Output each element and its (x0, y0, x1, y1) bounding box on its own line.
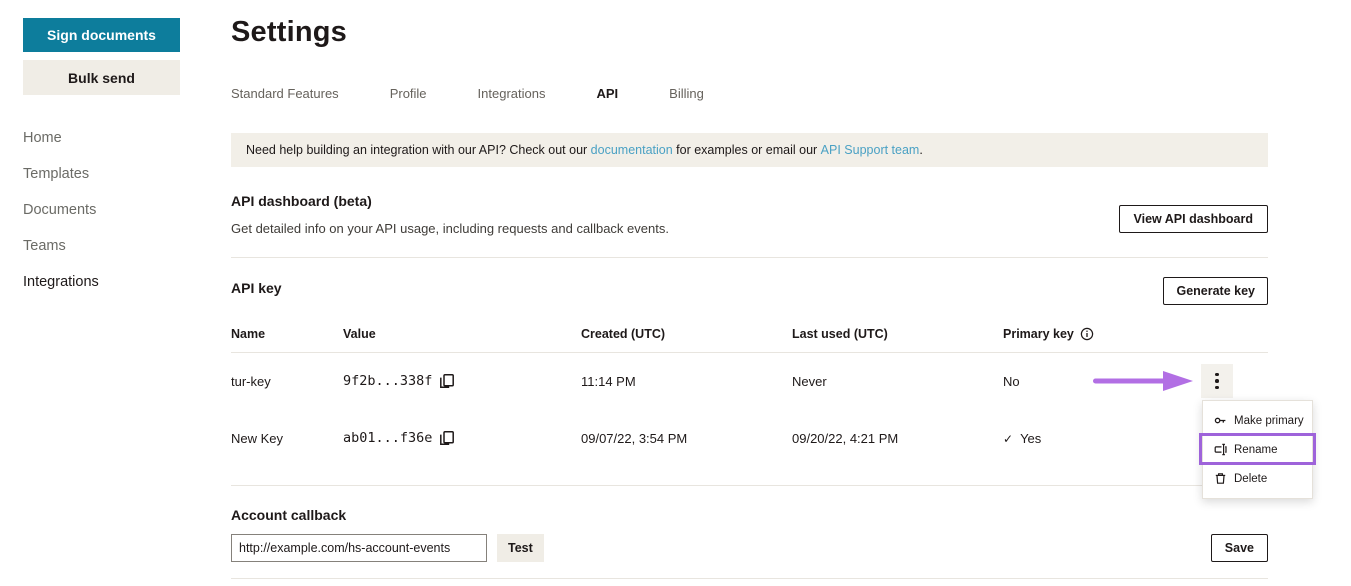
sidebar-item-integrations[interactable]: Integrations (23, 264, 99, 300)
key-created: 11:14 PM (581, 373, 636, 389)
tab-integrations[interactable]: Integrations (478, 86, 546, 101)
documentation-link[interactable]: documentation (591, 143, 673, 157)
check-icon: ✓ (1003, 431, 1014, 446)
table-row: New Key ab01...f36e 09/07/22, 3:54 PM 09… (231, 409, 1268, 467)
view-api-dashboard-button[interactable]: View API dashboard (1118, 205, 1268, 233)
trash-icon (1215, 473, 1226, 484)
key-value-text: ab01...f36e (343, 430, 433, 446)
sign-documents-button[interactable]: Sign documents (23, 18, 180, 52)
api-key-table: Name Value Created (UTC) Last used (UTC)… (231, 327, 1268, 467)
key-name: New Key (231, 430, 284, 446)
api-help-banner: Need help building an integration with o… (231, 133, 1268, 167)
table-row: tur-key 9f2b...338f 11:14 PM Never No (231, 353, 1268, 409)
api-key-heading: API key (231, 280, 282, 296)
table-header-row: Name Value Created (UTC) Last used (UTC)… (231, 327, 1268, 353)
kebab-dot (1215, 385, 1219, 390)
menu-item-label: Rename (1234, 443, 1278, 456)
kebab-dot (1215, 372, 1219, 377)
key-primary-text: Yes (1020, 430, 1042, 446)
menu-item-make-primary[interactable]: Make primary (1203, 406, 1312, 435)
copy-icon[interactable] (439, 430, 455, 446)
rename-icon (1214, 443, 1227, 456)
banner-text: for examples or email our (672, 143, 821, 157)
row-actions-kebab-button[interactable] (1201, 364, 1233, 398)
tab-api[interactable]: API (596, 86, 618, 101)
sidebar-item-home[interactable]: Home (23, 120, 99, 156)
test-button[interactable]: Test (497, 534, 544, 562)
column-header-name: Name (231, 327, 266, 341)
sidebar-item-documents[interactable]: Documents (23, 192, 99, 228)
save-button[interactable]: Save (1210, 534, 1268, 562)
callback-url-input[interactable] (231, 534, 487, 562)
account-callback-heading: Account callback (231, 507, 347, 523)
key-name: tur-key (231, 373, 271, 389)
sidebar-item-templates[interactable]: Templates (23, 156, 99, 192)
key-primary: ✓ Yes (1003, 431, 1201, 446)
key-value: ab01...f36e (343, 430, 581, 446)
menu-item-delete[interactable]: Delete (1203, 464, 1312, 493)
key-primary: No (1003, 373, 1020, 389)
key-last-used: Never (792, 373, 827, 389)
menu-item-rename[interactable]: Rename (1203, 435, 1312, 464)
tab-standard-features[interactable]: Standard Features (231, 86, 339, 101)
column-header-created: Created (UTC) (581, 327, 666, 341)
api-dashboard-heading: API dashboard (beta) (231, 193, 372, 209)
primary-key-label: Primary key (1003, 327, 1074, 341)
key-value-text: 9f2b...338f (343, 373, 433, 389)
key-icon (1214, 417, 1226, 424)
primary-key-info-icon[interactable] (1080, 327, 1094, 341)
section-divider (231, 257, 1268, 258)
api-support-link[interactable]: API Support team (821, 143, 920, 157)
menu-item-label: Make primary (1234, 414, 1304, 427)
generate-key-button[interactable]: Generate key (1163, 277, 1268, 305)
api-dashboard-description: Get detailed info on your API usage, inc… (231, 221, 669, 236)
menu-item-label: Delete (1234, 472, 1268, 485)
row-actions-menu: Make primary Rename Delete (1202, 400, 1313, 499)
column-header-primary-key: Primary key (1003, 327, 1201, 341)
banner-text: Need help building an integration with o… (246, 143, 591, 157)
sidebar-nav: Home Templates Documents Teams Integrati… (23, 120, 99, 300)
page-title: Settings (231, 16, 347, 48)
tab-profile[interactable]: Profile (390, 86, 427, 101)
settings-tabs: Standard Features Profile Integrations A… (231, 86, 704, 101)
section-divider (231, 485, 1268, 486)
bulk-send-button[interactable]: Bulk send (23, 60, 180, 95)
key-value: 9f2b...338f (343, 373, 581, 389)
sidebar-item-teams[interactable]: Teams (23, 228, 99, 264)
tab-billing[interactable]: Billing (669, 86, 704, 101)
key-last-used: 09/20/22, 4:21 PM (792, 430, 899, 446)
main-content: Settings Standard Features Profile Integ… (231, 0, 1316, 586)
kebab-dot (1215, 379, 1219, 383)
key-created: 09/07/22, 3:54 PM (581, 430, 688, 446)
banner-text: . (919, 143, 923, 157)
column-header-last-used: Last used (UTC) (792, 327, 888, 341)
copy-icon[interactable] (439, 373, 455, 389)
sidebar: Sign documents Bulk send Home Templates … (0, 0, 215, 586)
column-header-value: Value (343, 327, 376, 341)
section-divider (231, 578, 1268, 579)
